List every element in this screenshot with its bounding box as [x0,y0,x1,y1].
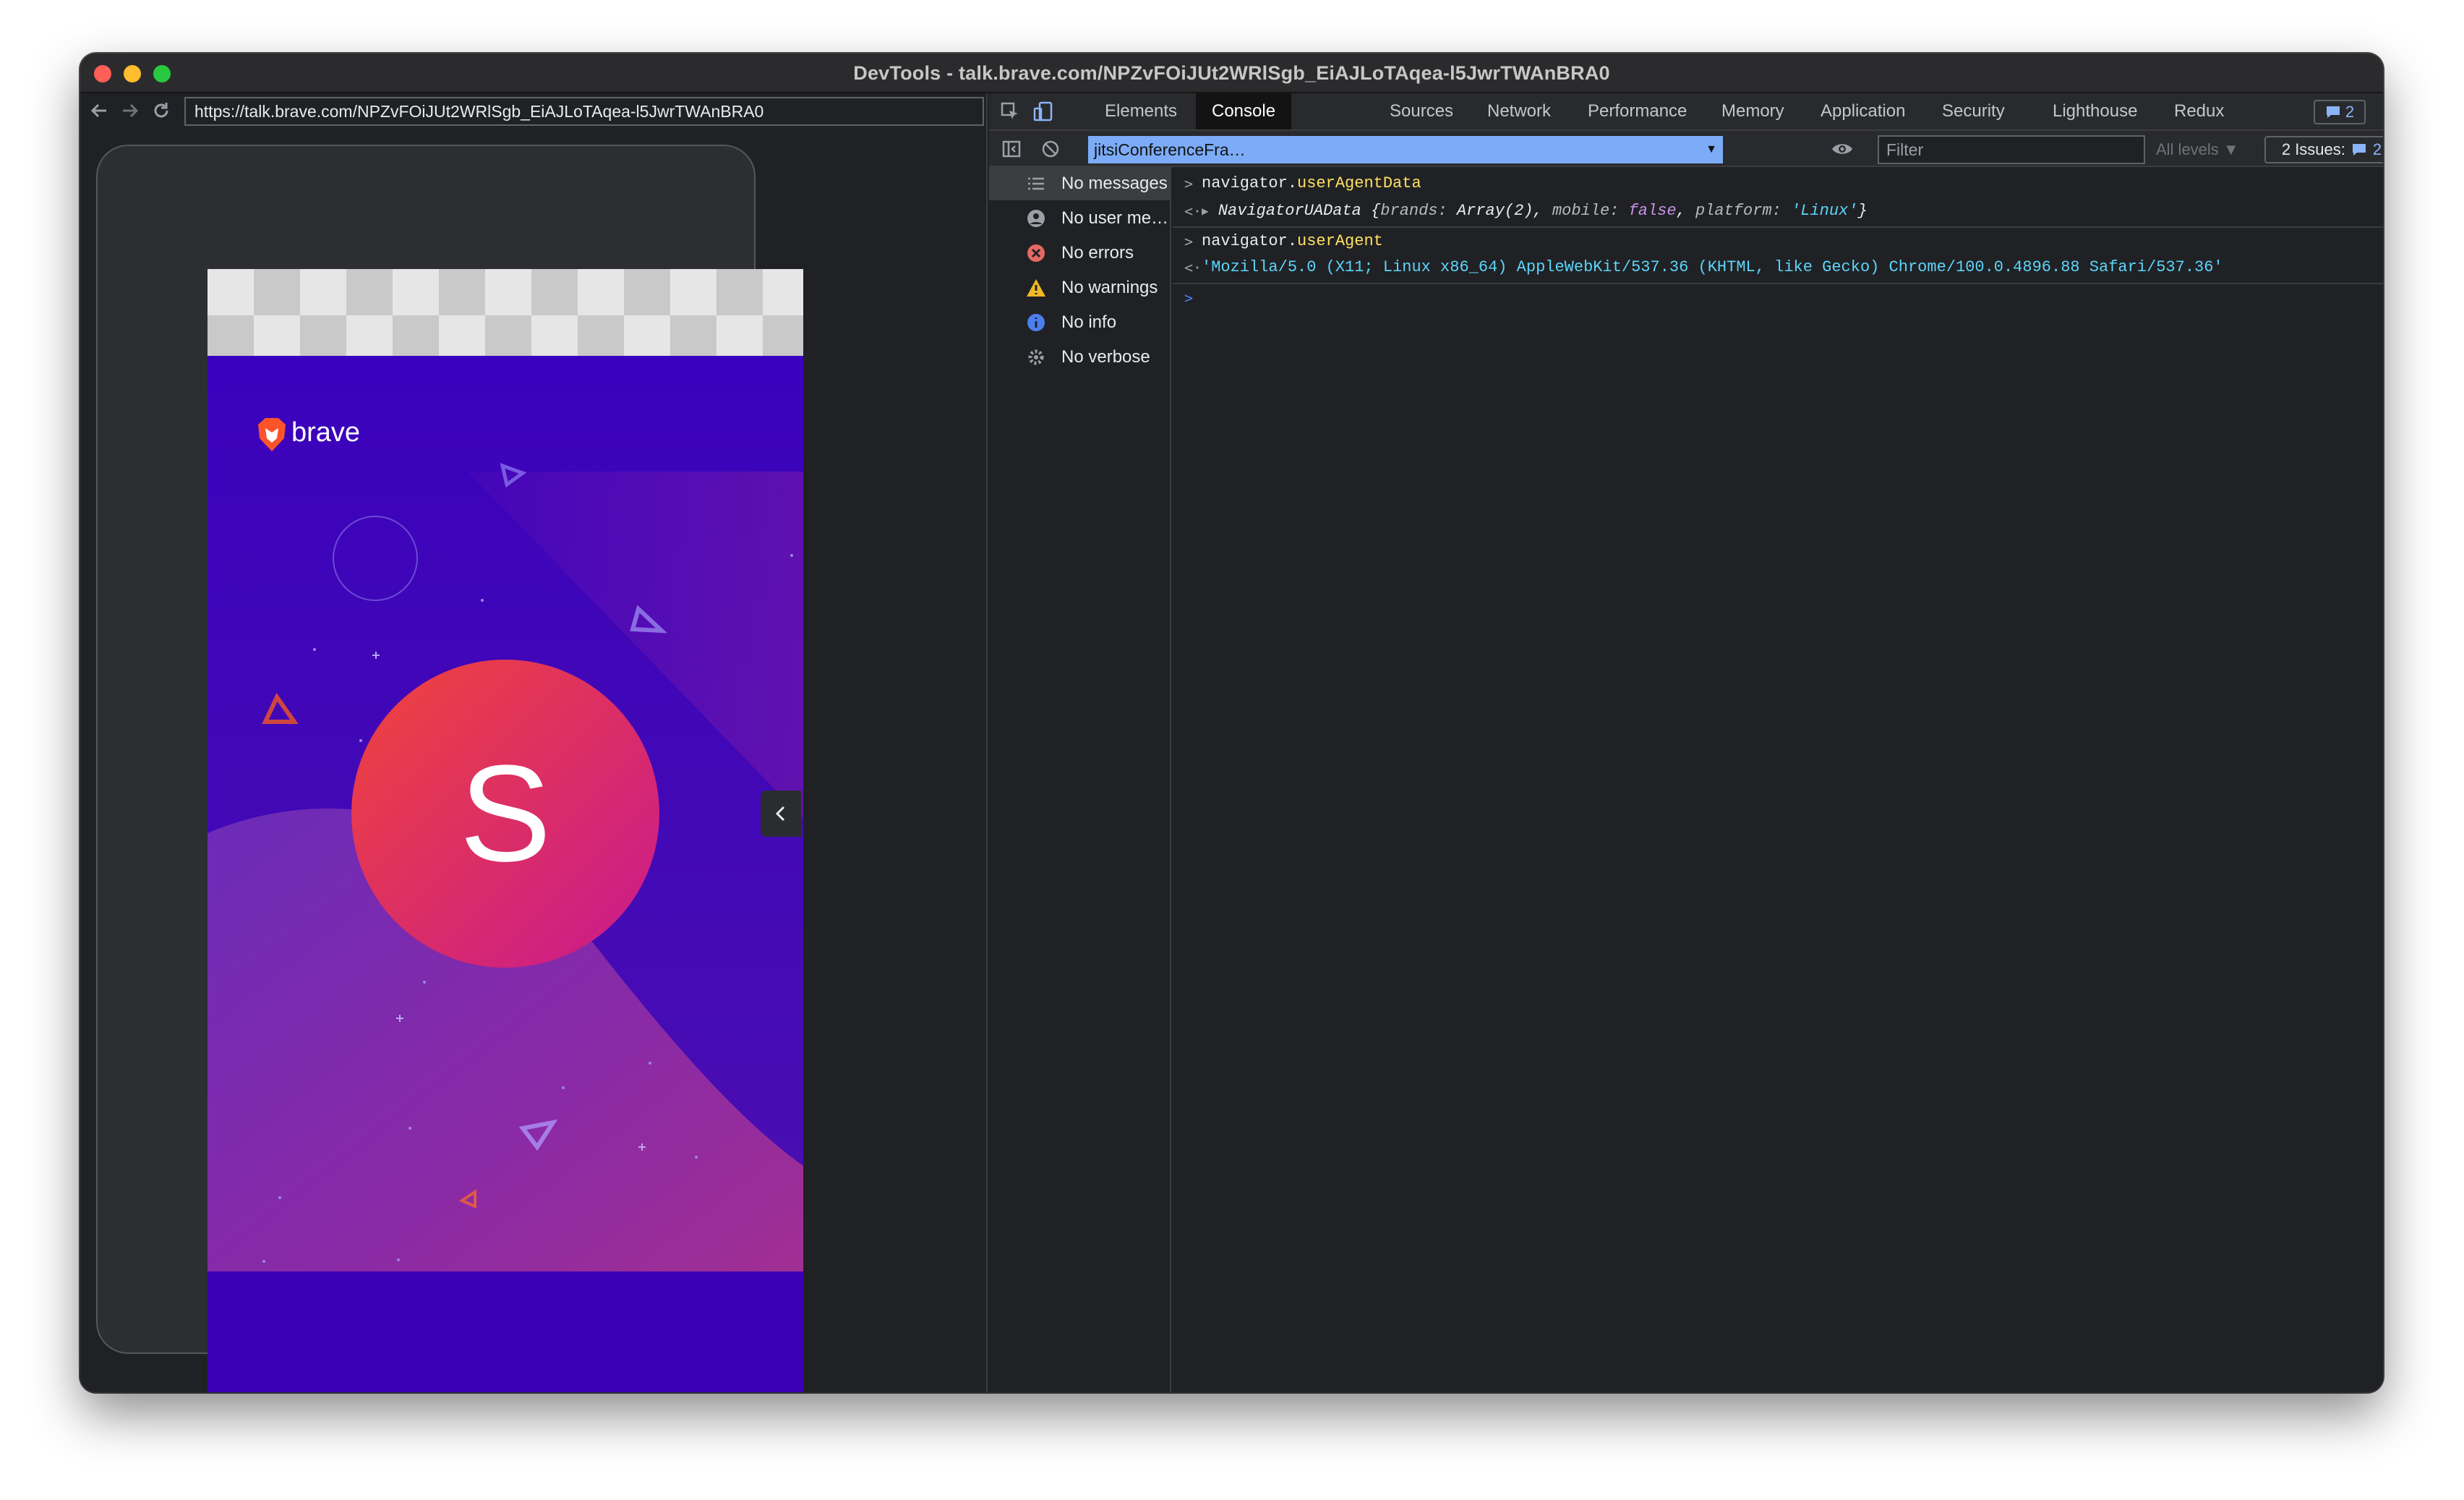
devtools-panel: Elements Console Sources Network Perform… [989,93,2383,1392]
result-brace: } [1857,202,1868,220]
result-value: Array(2) [1447,202,1533,220]
console-sidebar: No messages No user me… No errors No war… [989,167,1171,1392]
gear-icon [1025,346,1047,368]
devtools-tab-bar: Elements Console Sources Network Perform… [989,93,2383,131]
issues-label: 2 Issues: [2281,140,2345,158]
inspect-element-icon[interactable] [999,101,1021,122]
message-icon [2326,106,2340,118]
console-result-line: <· 'Mozilla/5.0 (X11; Linux x86_64) Appl… [1173,254,2383,281]
result-value: false [1619,202,1677,220]
back-arrow-icon[interactable] [87,99,111,122]
collapse-panel-button[interactable] [761,791,801,837]
messages-count: 2 [2345,103,2355,121]
sidebar-item-label: No user me… [1061,208,1169,228]
device-toolbar-icon[interactable] [1032,101,1054,122]
show-sidebar-icon[interactable] [1001,138,1022,160]
sidebar-item-label: No verbose [1061,347,1150,367]
live-expression-eye-icon[interactable] [1830,138,1855,160]
info-icon [1025,312,1047,333]
title-bar: DevTools - talk.brave.com/NPZvFOiJUt2WRl… [80,54,2383,93]
sidebar-item-errors[interactable]: No errors [989,236,1170,270]
page-pane: https://talk.brave.com/NPZvFOiJUt2WRlSgb… [80,93,988,1392]
devtools-window: DevTools - talk.brave.com/NPZvFOiJUt2WRl… [80,54,2383,1392]
tab-performance[interactable]: Performance [1588,93,1687,129]
settings-gear-icon[interactable] [2381,101,2383,123]
result-arrow-icon: <· [1184,203,1202,220]
command-object: navigator. [1202,174,1298,192]
console-input-line: > navigator.userAgentData [1173,170,2383,197]
error-icon [1025,242,1047,264]
tab-security[interactable]: Security [1942,93,2005,129]
tab-redux[interactable]: Redux [2174,93,2224,129]
command-property: userAgentData [1297,174,1421,192]
user-icon [1025,208,1047,229]
messages-badge[interactable]: 2 [2314,100,2366,124]
issues-button[interactable]: 2 Issues: 2 [2264,136,2383,163]
sidebar-item-info[interactable]: No info [989,306,1170,339]
sidebar-item-verbose[interactable]: No verbose [989,341,1170,374]
forward-arrow-icon[interactable] [119,99,142,122]
list-icon [1025,173,1047,195]
dropdown-arrow-icon: ▼ [1706,143,1717,155]
log-levels-dropdown[interactable]: All levels ▼ [2156,135,2239,164]
result-value: 'Linux' [1781,202,1858,220]
url-input[interactable]: https://talk.brave.com/NPZvFOiJUt2WRlSgb… [184,97,984,126]
avatar-initial: S [460,737,552,890]
sidebar-item-user-messages[interactable]: No user me… [989,202,1170,235]
console-result-line[interactable]: <· ▶ NavigatorUAData {brands: Array(2), … [1173,197,2383,225]
context-selector[interactable]: jitsiConferenceFra… ▼ [1088,136,1723,163]
message-icon [2352,144,2366,155]
result-key: brands: [1380,202,1447,220]
prompt-caret-icon: > [1184,289,1194,307]
issues-count: 2 [2372,140,2382,158]
transparent-area [208,269,803,356]
command-object: navigator. [1202,232,1298,250]
result-class: NavigatorUAData [1218,202,1361,220]
tab-network[interactable]: Network [1487,93,1551,129]
command-property: userAgent [1297,232,1383,250]
sidebar-item-label: No messages [1061,174,1168,193]
hero-illustration: brave S [208,356,803,1271]
context-label: jitsiConferenceFra… [1094,140,1246,159]
filter-input[interactable]: Filter [1878,135,2145,164]
tab-elements[interactable]: Elements [1105,93,1177,129]
address-bar: https://talk.brave.com/NPZvFOiJUt2WRlSgb… [80,93,988,129]
result-string: 'Mozilla/5.0 (X11; Linux x86_64) AppleWe… [1202,258,2223,276]
brave-logo-text: brave [291,417,360,448]
tab-memory[interactable]: Memory [1721,93,1784,129]
input-prompt-icon: > [1184,175,1194,192]
sidebar-item-label: No warnings [1061,278,1158,297]
console-toolbar: jitsiConferenceFra… ▼ Filter All levels … [989,131,2383,167]
warning-icon [1025,277,1047,299]
chevron-left-icon [775,806,785,822]
sidebar-item-messages[interactable]: No messages [989,167,1170,200]
tab-application[interactable]: Application [1821,93,1905,129]
page-viewport: brave S [208,269,803,1392]
expand-triangle-icon[interactable]: ▶ [1202,205,1209,218]
result-key: mobile: [1552,202,1620,220]
tab-lighthouse[interactable]: Lighthouse [2053,93,2137,129]
result-brace: { [1361,202,1381,220]
page-footer [208,1271,803,1392]
input-prompt-icon: > [1184,233,1194,250]
result-arrow-icon: <· [1184,259,1202,276]
console-input-line: > navigator.userAgent [1173,228,2383,255]
console-prompt[interactable]: > [1173,284,2383,312]
tab-sources[interactable]: Sources [1390,93,1453,129]
sidebar-item-warnings[interactable]: No warnings [989,271,1170,304]
tab-console[interactable]: Console [1196,93,1292,129]
result-key: platform: [1695,202,1781,220]
clear-console-icon[interactable] [1040,138,1061,160]
reload-icon[interactable] [150,99,173,122]
console-output[interactable]: > navigator.userAgentData <· ▶ Navigator… [1173,167,2383,1392]
window-title: DevTools - talk.brave.com/NPZvFOiJUt2WRl… [853,62,1610,84]
sidebar-item-label: No errors [1061,243,1134,263]
sidebar-item-label: No info [1061,312,1117,332]
